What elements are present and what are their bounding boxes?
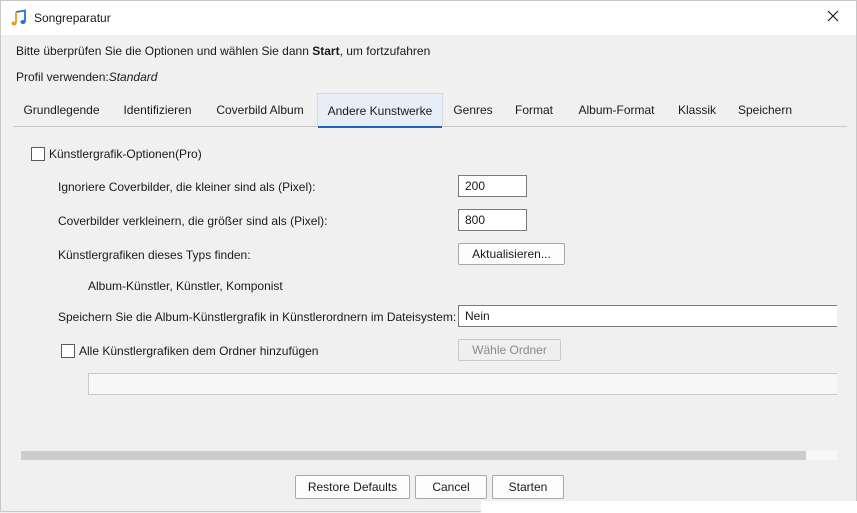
folder-path-input[interactable] (88, 373, 837, 395)
restore-defaults-button[interactable]: Restore Defaults (295, 475, 410, 499)
shrink-large-input[interactable]: 800 (458, 209, 527, 231)
tab-genres[interactable]: Genres (445, 93, 501, 127)
music-note-icon (10, 9, 28, 27)
title-bar: Songreparatur (1, 1, 856, 35)
tab-grundlegende[interactable]: Grundlegende (13, 93, 110, 127)
update-button[interactable]: Aktualisieren... (458, 243, 565, 265)
choose-folder-button[interactable]: Wähle Ordner (458, 339, 561, 361)
instruction-post: , um fortzufahren (339, 44, 431, 58)
tab-identifizieren[interactable]: Identifizieren (112, 93, 203, 127)
window-title: Songreparatur (34, 11, 111, 25)
tab-album-format[interactable]: Album-Format (568, 93, 665, 127)
shrink-large-label: Coverbilder verkleinern, die größer sind… (58, 214, 328, 228)
profile-value: Standard (108, 70, 158, 84)
add-all-label: Alle Künstlergrafiken dem Ordner hinzufü… (79, 344, 319, 358)
ignore-small-label: Ignoriere Coverbilder, die kleiner sind … (58, 180, 316, 194)
dialog-content: Bitte überprüfen Sie die Optionen und wä… (1, 35, 856, 481)
scrollbar-thumb[interactable] (21, 451, 806, 460)
instruction-pre: Bitte überprüfen Sie die Optionen und wä… (16, 44, 313, 58)
instruction-start: Start (312, 44, 340, 58)
cancel-button[interactable]: Cancel (415, 475, 487, 499)
profile-line: Profil verwenden:Standard (16, 70, 157, 84)
tab-bar: Grundlegende Identifizieren Coverbild Al… (13, 93, 847, 128)
add-all-checkbox[interactable] (61, 344, 75, 358)
tab-format[interactable]: Format (505, 93, 563, 127)
artist-options-label: Künstlergrafik-Optionen(Pro) (49, 147, 202, 161)
background-strip (481, 501, 857, 513)
start-button[interactable]: Starten (492, 475, 564, 499)
tab-andere-kunstwerke[interactable]: Andere Kunstwerke (317, 93, 443, 128)
save-folder-label: Speichern Sie die Album-Künstlergrafik i… (58, 310, 457, 324)
close-icon (827, 10, 839, 25)
profile-label: Profil verwenden: (16, 70, 109, 84)
tab-coverbild-album[interactable]: Coverbild Album (206, 93, 314, 127)
artwork-types-value: Album-Künstler, Künstler, Komponist (88, 279, 283, 293)
save-folder-select[interactable]: Nein (458, 305, 837, 327)
close-button[interactable] (810, 1, 856, 33)
find-types-label: Künstlergrafiken dieses Typs finden: (58, 248, 251, 262)
ignore-small-input[interactable]: 200 (458, 175, 527, 197)
tab-klassik[interactable]: Klassik (669, 93, 725, 127)
tab-speichern[interactable]: Speichern (729, 93, 801, 127)
instruction-text: Bitte überprüfen Sie die Optionen und wä… (16, 44, 430, 58)
dialog-window: Songreparatur Bitte überprüfen Sie die O… (0, 0, 857, 513)
horizontal-scrollbar[interactable] (21, 451, 837, 460)
artist-options-checkbox[interactable] (31, 147, 45, 161)
